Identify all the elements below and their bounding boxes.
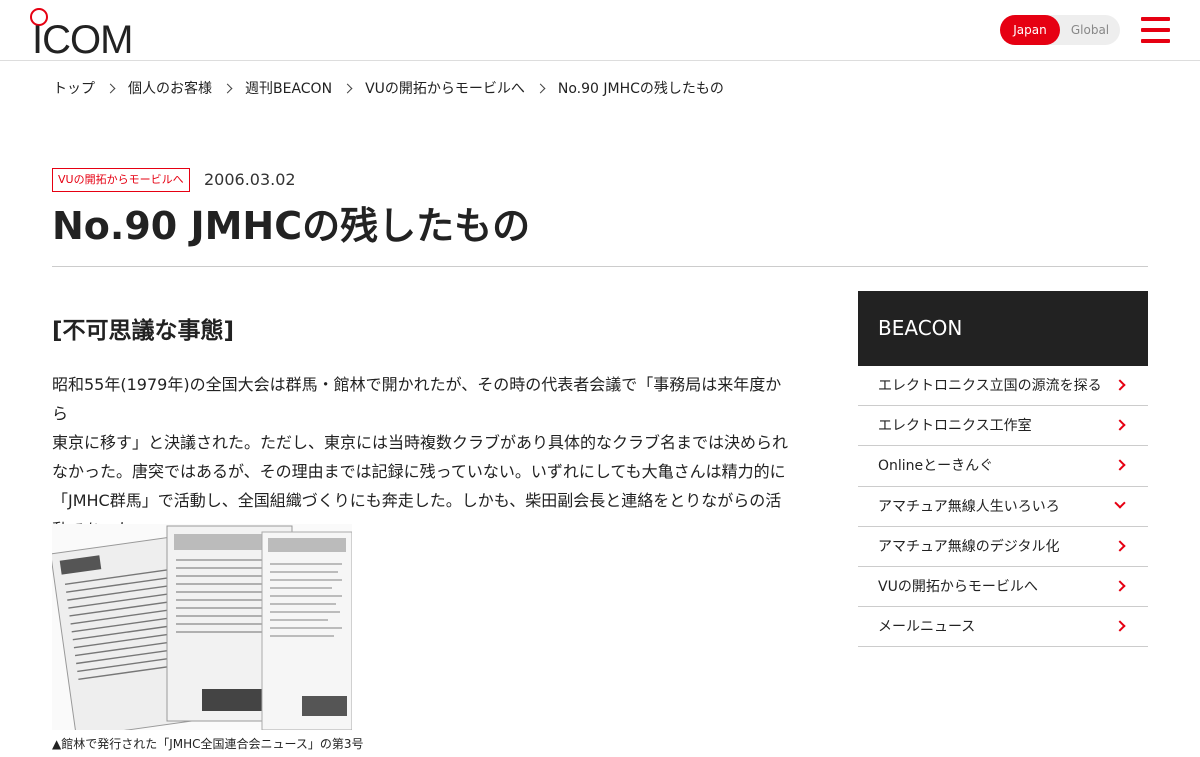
breadcrumb-item-top[interactable]: トップ [53,78,95,98]
icom-logo[interactable]: ICOM [30,8,133,60]
sidebar-item-label: アマチュア無線のデジタル化 [878,538,1060,555]
sidebar-item-label: Onlineとーきんぐ [878,458,994,475]
chevron-right-icon [1114,419,1126,431]
title-divider [52,266,1148,267]
chevron-down-icon [1114,496,1126,509]
sidebar-item-electronics-origin[interactable]: エレクトロニクス立国の源流を探る [858,366,1148,407]
body-line: なかった。唐突ではあるが、その理由までは記録に残っていない。いずれにしても大亀さ… [52,462,786,481]
chevron-right-icon [1114,620,1126,632]
site-header: ICOM Japan Global [0,0,1200,61]
sidebar-item-label: VUの開拓からモービルへ [878,578,1038,595]
newsletter-photo [52,524,352,730]
article-date: 2006.03.02 [204,170,296,189]
breadcrumb-item-current: No.90 JMHCの残したもの [557,81,724,97]
sidebar-item-vu-mobile[interactable]: VUの開拓からモービルへ [858,567,1148,608]
sidebar-item-label: エレクトロニクス工作室 [878,418,1032,435]
sidebar-item-ham-digital[interactable]: アマチュア無線のデジタル化 [858,527,1148,567]
section-heading: [不可思議な事態] [52,318,235,344]
body-line: 「JMHC群馬」で活動し、全国組織づくりにも奔走した。しかも、柴田副会長と連絡を… [52,491,782,510]
sidebar-item-ham-life[interactable]: アマチュア無線人生いろいろ [858,487,1148,527]
chevron-right-icon [342,83,353,93]
chevron-right-icon [1114,459,1126,472]
body-line: 東京に移す」と決議された。ただし、東京には当時複数クラブがあり具体的なクラブ名ま… [52,433,789,452]
image-caption: ▲館林で発行された「JMHC全国連合会ニュース」の第3号 [52,737,364,751]
sidebar-item-label: エレクトロニクス立国の源流を探る [878,378,1102,394]
sidebar-item-electronics-workshop[interactable]: エレクトロニクス工作室 [858,406,1148,447]
sidebar-item-mail-news[interactable]: メールニュース [858,607,1148,648]
breadcrumb-item-personal[interactable]: 個人のお客様 [128,78,212,98]
chevron-right-icon [1114,540,1126,552]
sidebar-item-label: アマチュア無線人生いろいろ [878,498,1060,515]
sidebar-item-online-talking[interactable]: Onlineとーきんぐ [858,446,1148,487]
article-body: 昭和55年(1979年)の全国大会は群馬・館林で開かれたが、その時の代表者会議で… [52,370,792,544]
breadcrumb-item-beacon[interactable]: 週刊BEACON [245,78,332,98]
logo-text: ICOM [32,18,133,62]
region-switch: Japan Global [1000,15,1120,45]
chevron-right-icon [105,83,116,93]
region-global-button[interactable]: Global [1060,15,1120,45]
chevron-right-icon [535,83,546,93]
chevron-right-icon [1114,580,1126,592]
body-line: 昭和55年(1979年)の全国大会は群馬・館林で開かれたが、その時の代表者会議で… [52,375,782,423]
chevron-right-icon [1114,379,1126,391]
sidebar-item-label: メールニュース [878,619,976,636]
hamburger-menu-icon[interactable] [1141,15,1171,45]
chevron-right-icon [222,83,233,93]
category-tag[interactable]: VUの開拓からモービルへ [52,168,190,192]
sidebar-title: BEACON [858,291,1148,366]
breadcrumb-item-category[interactable]: VUの開拓からモービルへ [365,78,525,98]
region-japan-button[interactable]: Japan [1000,15,1060,45]
page-title: No.90 JMHCの残したもの [52,204,531,248]
sidebar: BEACON エレクトロニクス立国の源流を探る エレクトロニクス工作室 Onli… [858,291,1148,648]
breadcrumb: トップ 個人のお客様 週刊BEACON VUの開拓からモービルへ No.90 J… [53,78,724,98]
